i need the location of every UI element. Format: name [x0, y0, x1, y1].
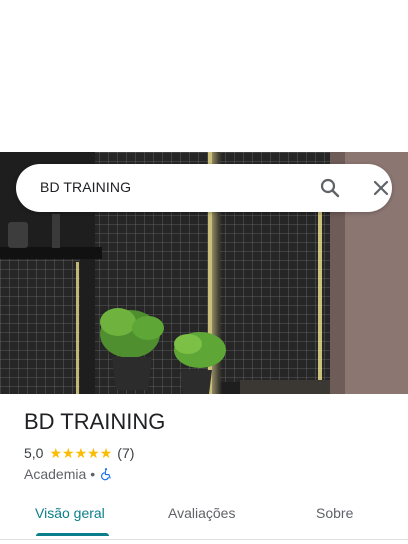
star-icon: ★ [99, 445, 113, 461]
blank-area [0, 0, 408, 152]
star-icon: ★ [49, 445, 63, 461]
search-input[interactable]: BD TRAINING [40, 179, 131, 195]
tab-overview[interactable]: Visão geral [35, 505, 105, 521]
place-title: BD TRAINING [24, 409, 166, 434]
star-icon: ★ [62, 445, 75, 461]
search-bar[interactable]: BD TRAINING [16, 164, 392, 212]
star-icon: ★ [87, 445, 100, 461]
close-icon[interactable] [369, 176, 393, 200]
star-icon: ★ [74, 445, 88, 461]
star-rating: ★ ★ ★ ★ ★ [49, 446, 112, 460]
tab-bar: Visão geral Avaliações Sobre [0, 496, 408, 536]
rating-value: 5,0 [24, 445, 44, 461]
wheelchair-icon [99, 467, 113, 481]
separator-dot: • [90, 466, 96, 482]
place-category[interactable]: Academia [24, 466, 86, 482]
rating-row[interactable]: 5,0 ★ ★ ★ ★ ★ (7) [24, 444, 134, 462]
category-row: Academia • [24, 465, 113, 483]
review-count[interactable]: (7) [117, 445, 134, 461]
tab-about[interactable]: Sobre [316, 505, 353, 521]
search-icon[interactable] [318, 176, 342, 200]
tab-reviews[interactable]: Avaliações [168, 505, 235, 521]
tabs-divider [0, 539, 408, 540]
active-tab-indicator [36, 533, 109, 536]
